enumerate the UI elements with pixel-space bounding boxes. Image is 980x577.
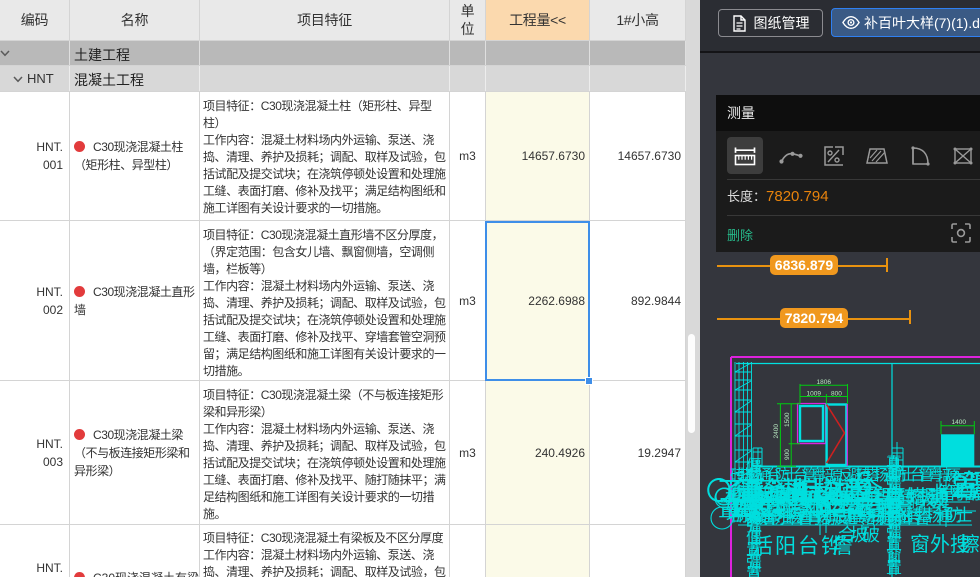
svg-text:1009: 1009: [807, 390, 822, 397]
svg-text:2400: 2400: [773, 424, 780, 439]
svg-text:1500: 1500: [784, 412, 791, 427]
svg-text:1806: 1806: [817, 379, 832, 386]
svg-text:1400: 1400: [952, 419, 967, 426]
svg-text:800: 800: [831, 390, 842, 397]
